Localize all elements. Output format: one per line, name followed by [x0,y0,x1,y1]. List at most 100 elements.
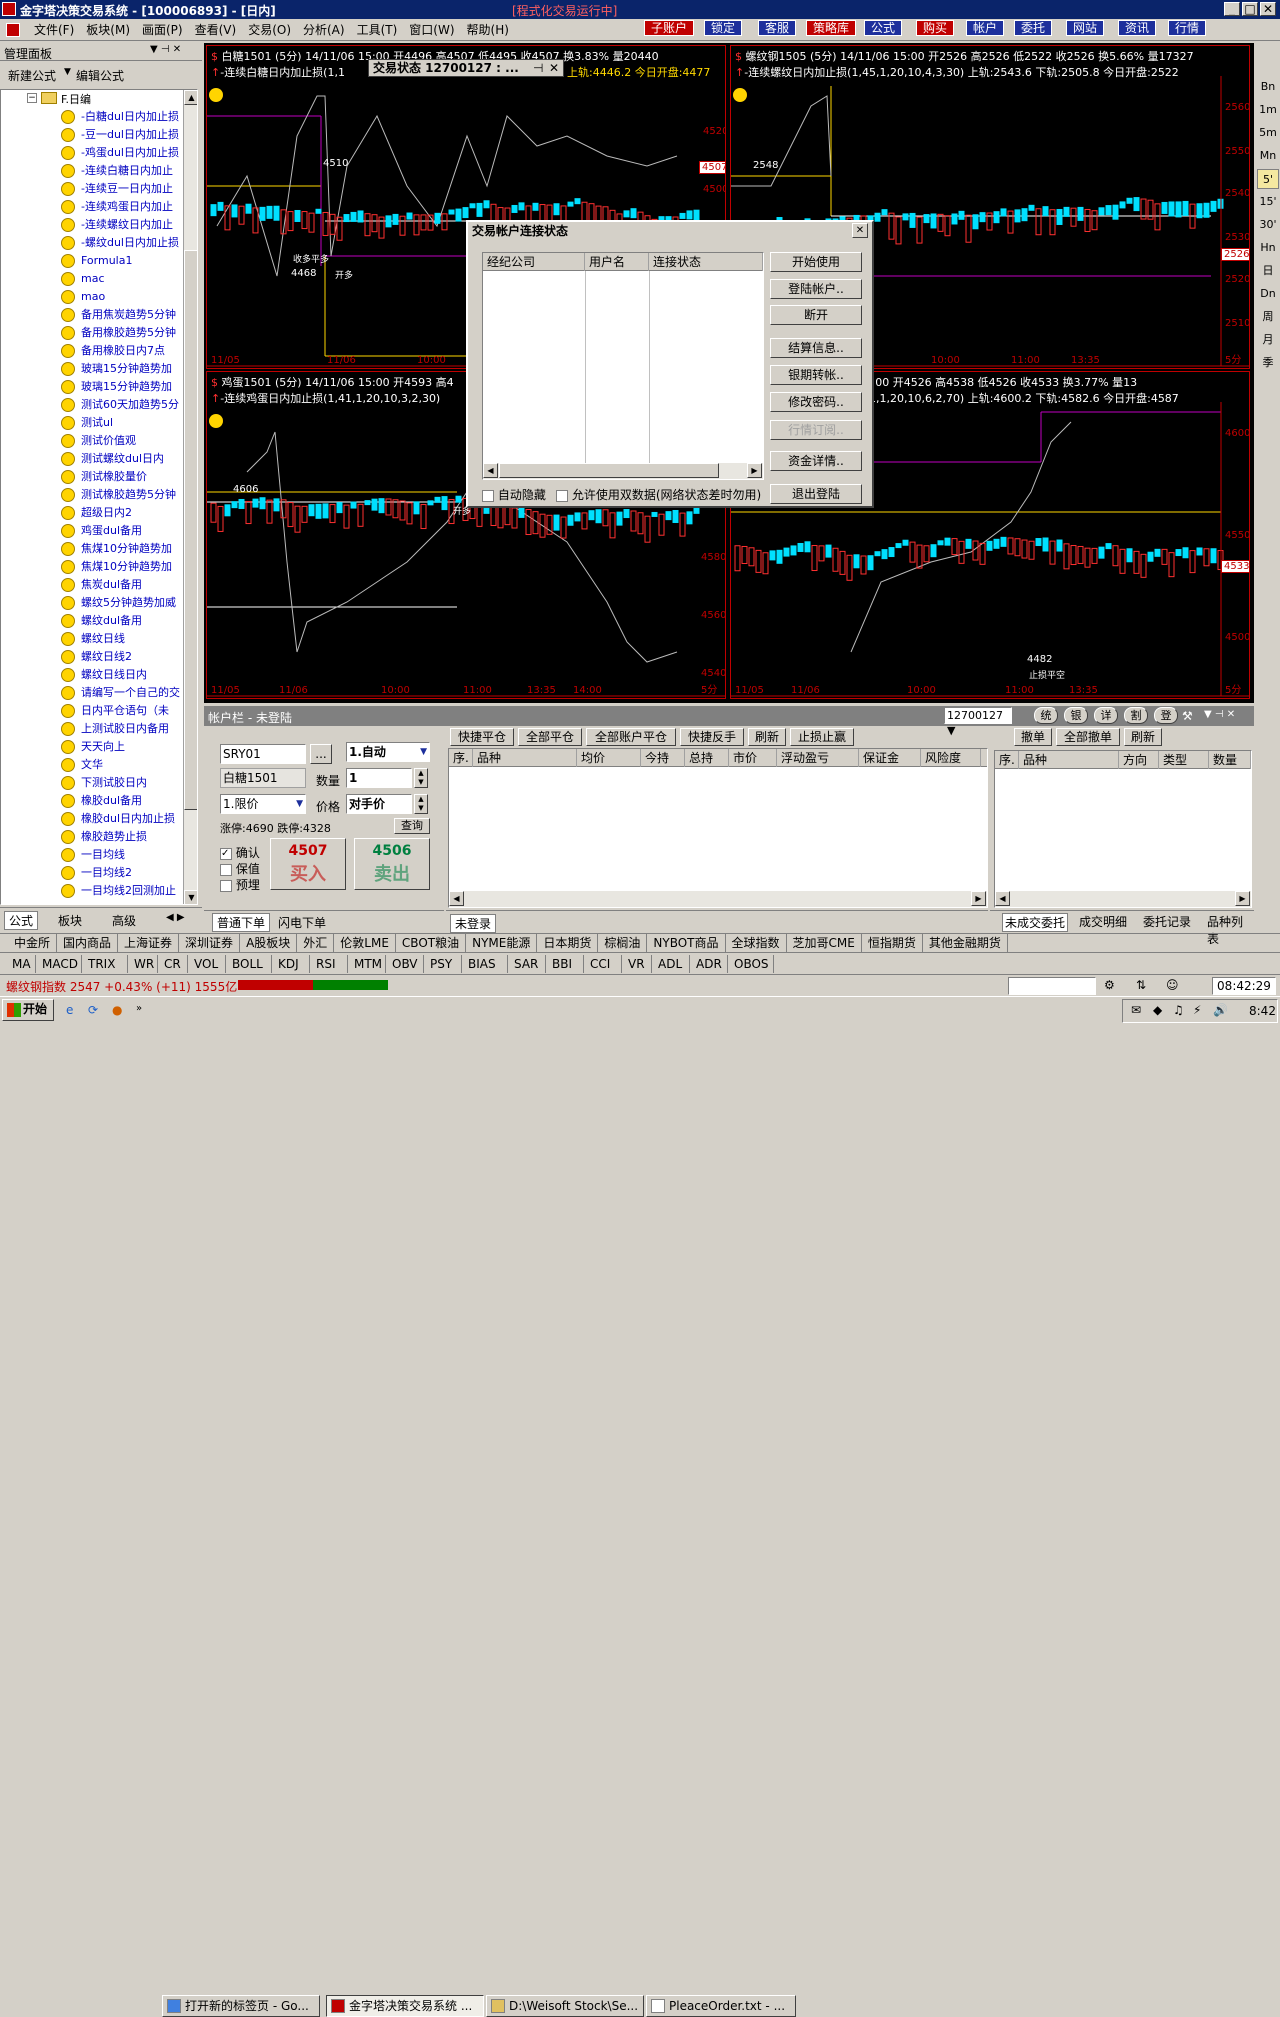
indicator-tab[interactable]: MA [6,955,36,973]
code-input[interactable]: SRY01 [220,744,306,764]
position-button-4[interactable]: 刷新 [748,728,786,746]
dialog-button-1[interactable]: 登陆帐户.. [770,279,862,299]
formula-item[interactable]: mao [61,288,185,306]
market-tab[interactable]: 其他金融期货 [923,934,1008,952]
indicator-tab[interactable]: TRIX [82,955,128,973]
formula-item[interactable]: 上测试胶日内备用 [61,720,185,738]
formula-item[interactable]: 测试价值观 [61,432,185,450]
position-button-5[interactable]: 止损止赢 [790,728,854,746]
menu-item-4[interactable]: 交易(O) [242,19,297,41]
orders-scrollbar[interactable]: ◀ ▶ [995,891,1251,907]
period-button[interactable]: 1m [1257,100,1279,120]
indicator-tab[interactable]: WR [128,955,158,973]
menu-item-2[interactable]: 画面(P) [136,19,189,41]
order-col-3[interactable]: 类型 [1159,751,1209,769]
menu-item-8[interactable]: 帮助(H) [461,19,515,41]
tray-icon[interactable]: ◆ [1153,1003,1162,1017]
close-button[interactable]: ✕ [1260,2,1276,16]
position-col-0[interactable]: 序. [449,749,473,767]
formula-item[interactable]: 请编写一个自己的交 [61,684,185,702]
formula-item[interactable]: 天天向上 [61,738,185,756]
period-button[interactable]: 月 [1257,330,1279,350]
dialog-button-7[interactable]: 资金详情.. [770,451,862,471]
indicator-tab[interactable]: PSY [424,955,462,973]
position-col-8[interactable]: 风险度 [921,749,981,767]
dialog-button-6[interactable]: 行情订阅.. [770,420,862,440]
orders-tab-0[interactable]: 未成交委托 [1002,913,1069,932]
formula-item[interactable]: 测试60天加趋势5分 [61,396,185,414]
indicator-tab[interactable]: BOLL [226,955,272,973]
col-username[interactable]: 用户名 [585,253,649,271]
tree-scrollbar[interactable]: ▲ ▼ [183,90,197,904]
positions-scrollbar[interactable]: ◀ ▶ [449,891,987,907]
dual-data-checkbox[interactable]: 允许使用双数据(网络状态差时勿用) [556,486,761,503]
period-button[interactable]: Bn [1257,77,1279,97]
qty-input[interactable]: 1 [346,768,412,788]
code-browse-button[interactable]: ... [310,744,332,764]
formula-item[interactable]: 螺纹日线2 [61,648,185,666]
account-mini-button[interactable]: 详 [1094,707,1118,724]
formula-item[interactable]: 螺纹5分钟趋势加威 [61,594,185,612]
formula-item[interactable]: 下测试胶日内 [61,774,185,792]
formula-item[interactable]: 橡胶dul日内加止损 [61,810,185,828]
market-tab[interactable]: NYBOT商品 [647,934,726,952]
account-list[interactable]: 经纪公司 用户名 连接状态 ◀ ▶ [482,252,764,480]
sync-icon[interactable]: ⟳ [88,1003,98,1017]
formula-item[interactable]: 备用橡胶日内7点 [61,342,185,360]
formula-item[interactable]: -连续螺纹日内加止 [61,216,185,234]
minimize-button[interactable]: _ [1224,2,1240,16]
position-col-2[interactable]: 均价 [577,749,641,767]
indicator-tab[interactable]: ADR [690,955,728,973]
market-tab[interactable]: 全球指数 [726,934,787,952]
period-button[interactable]: 5m [1257,123,1279,143]
dialog-button-2[interactable]: 断开 [770,305,862,325]
period-button[interactable]: 5' [1257,169,1279,189]
pin-icon[interactable]: ⊣ [533,60,543,76]
market-tab[interactable]: 国内商品 [57,934,119,952]
folder-label[interactable]: F.日编 [61,91,91,107]
tray-icon[interactable]: ✉ [1131,1003,1141,1017]
hammer-icon[interactable]: ⚒ [1182,709,1193,723]
menu-item-1[interactable]: 板块(M) [80,19,136,41]
qty-stepper[interactable]: ▲ ▼ [414,768,428,788]
indicator-tab[interactable]: RSI [310,955,348,973]
taskbar-task[interactable]: 金字塔决策交易系统 ... [326,1995,484,2017]
indicator-tab[interactable]: SAR [508,955,546,973]
price-stepper[interactable]: ▲ ▼ [414,794,428,814]
tab-scroll-icon[interactable]: ◀ ▶ [166,912,185,923]
position-button-1[interactable]: 全部平仓 [518,728,582,746]
account-mini-button[interactable]: 割 [1124,707,1148,724]
dialog-button-4[interactable]: 银期转帐.. [770,365,862,385]
formula-item[interactable]: 一目均线2回测加止 [61,882,185,900]
position-button-2[interactable]: 全部账户平仓 [586,728,676,746]
period-button[interactable]: 15' [1257,192,1279,212]
period-button[interactable]: 周 [1257,307,1279,327]
account-mini-button[interactable]: 统 [1034,707,1058,724]
indicator-tab[interactable]: MTM [348,955,386,973]
formula-item[interactable]: 螺纹日线日内 [61,666,185,684]
tab-advanced[interactable]: 高级 [112,912,136,929]
horizontal-scrollbar[interactable]: ◀ ▶ [483,463,763,479]
order-col-1[interactable]: 品种 [1019,751,1119,769]
position-col-6[interactable]: 浮动盈亏 [777,749,859,767]
formula-item[interactable]: -白糖dul日内加止损 [61,108,185,126]
formula-item[interactable]: 一目均线2 [61,864,185,882]
close-icon[interactable]: ✕ [549,60,559,76]
dialog-button-8[interactable]: 退出登陆 [770,484,862,504]
panel-dropdown-icon[interactable]: ▼ ⊣ ✕ [150,44,181,55]
formula-item[interactable]: Formula1 [61,252,185,270]
taskbar-task[interactable]: PleaceOrder.txt - ... [646,1995,796,2017]
preorder-checkbox[interactable]: 预埋 [220,876,260,893]
order-col-0[interactable]: 序. [995,751,1019,769]
position-button-0[interactable]: 快捷平仓 [450,728,514,746]
tray-icon[interactable]: ♫ [1173,1003,1184,1017]
formula-item[interactable]: 焦煤10分钟趋势加 [61,558,185,576]
menu-item-7[interactable]: 窗口(W) [403,19,460,41]
tray-icon[interactable]: ⚡ [1193,1003,1201,1017]
market-tab[interactable]: 芝加哥CME [787,934,862,952]
indicator-tab[interactable]: VOL [188,955,226,973]
col-broker[interactable]: 经纪公司 [483,253,585,271]
market-tab[interactable]: NYME能源 [466,934,538,952]
maximize-button[interactable]: □ [1242,2,1258,16]
formula-item[interactable]: -连续鸡蛋日内加止 [61,198,185,216]
